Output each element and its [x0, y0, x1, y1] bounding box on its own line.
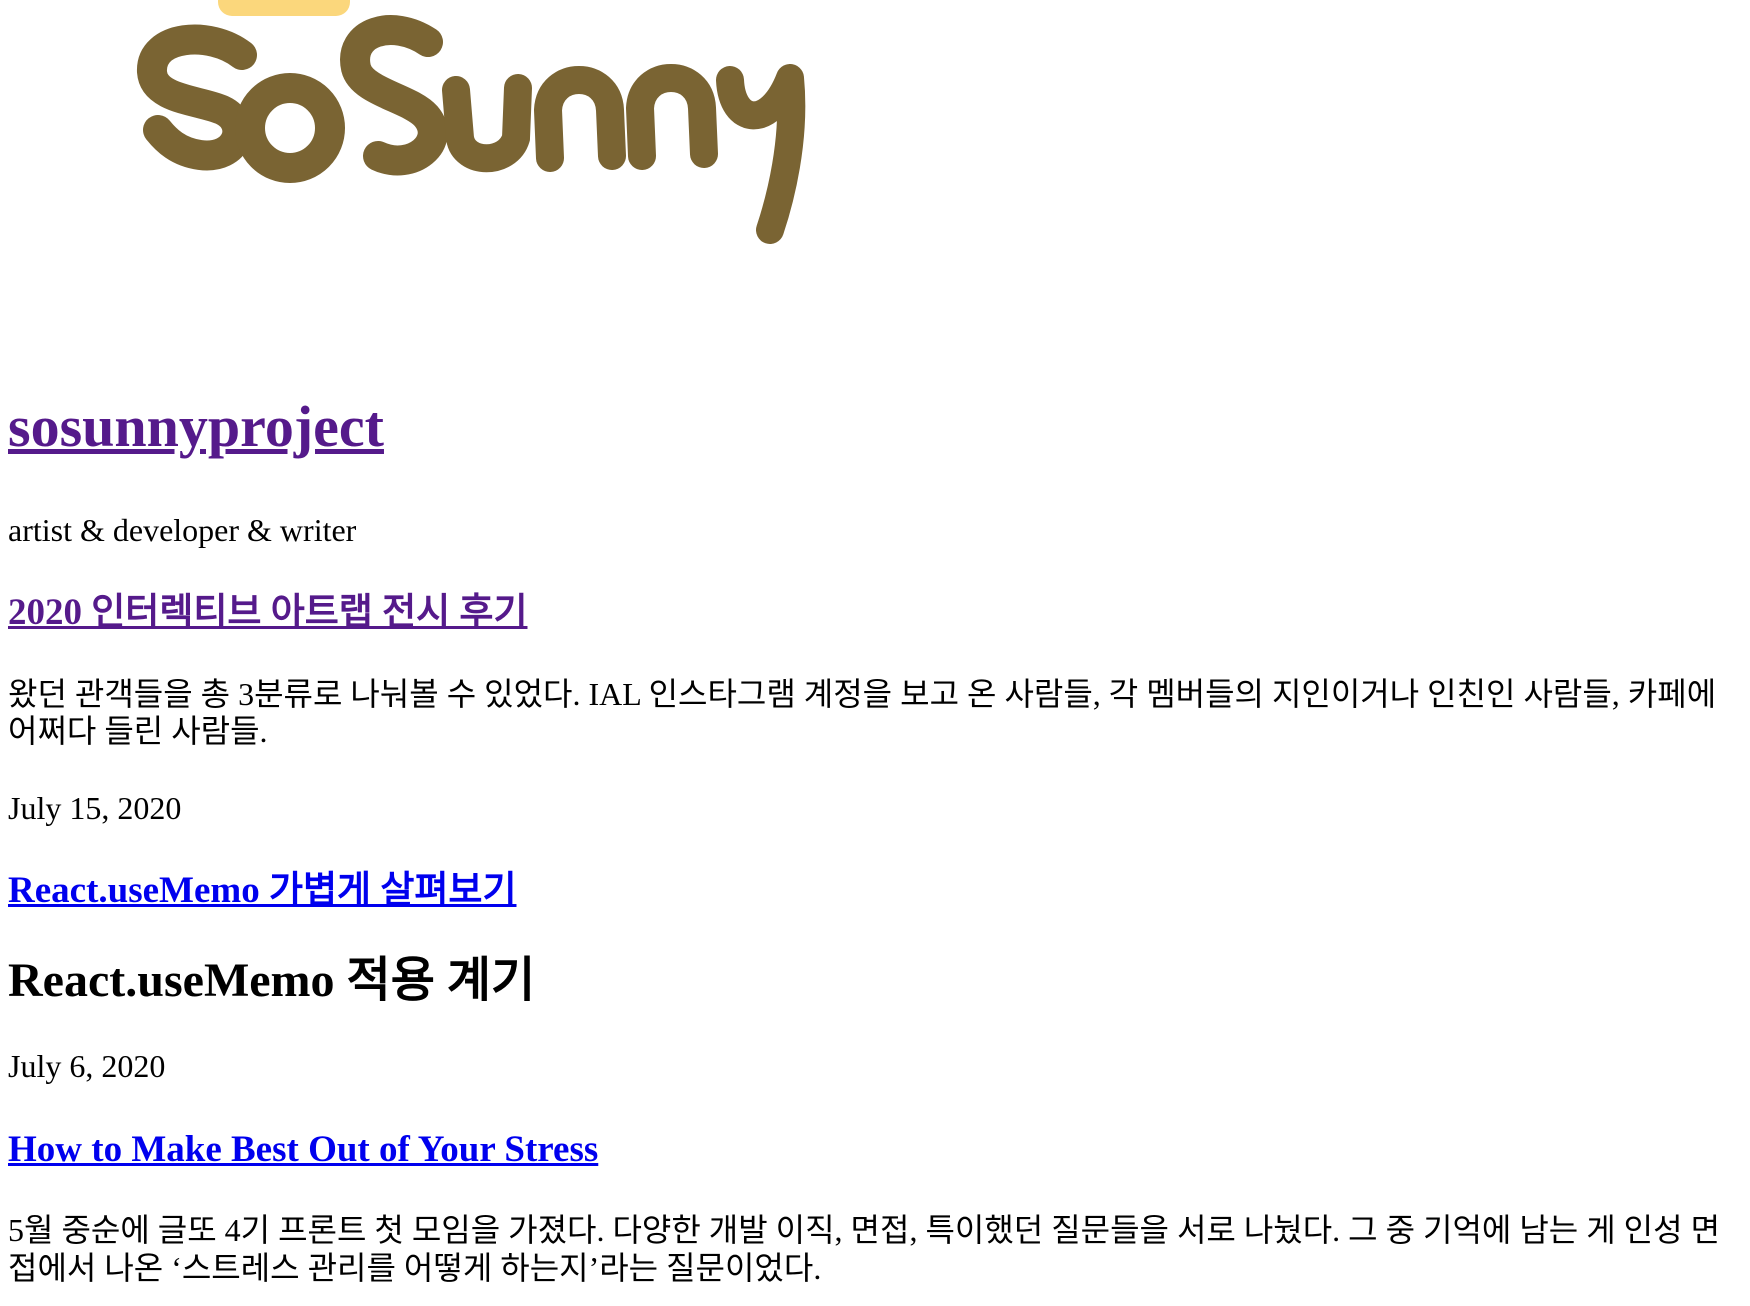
- post-excerpt: 왔던 관객들을 총 3분류로 나눠볼 수 있었다. IAL 인스타그램 계정을 …: [8, 675, 1717, 750]
- site-logo[interactable]: [130, 0, 820, 280]
- site-title: sosunnyproject: [8, 395, 1743, 459]
- post-title-link[interactable]: How to Make Best Out of Your Stress: [8, 1129, 598, 1170]
- sosunny-logo-image: [137, 0, 806, 244]
- site-tagline: artist & developer & writer: [8, 511, 357, 548]
- post-title: React.useMemo 가볍게 살펴보기: [8, 869, 1743, 913]
- post-excerpt-heading: React.useMemo 적용 계기: [8, 953, 536, 1007]
- post-title: How to Make Best Out of Your Stress: [8, 1128, 1743, 1172]
- blog-page: sosunnyproject artist & developer & writ…: [0, 0, 1750, 1306]
- post-title: 2020 인터렉티브 아트랩 전시 후기: [8, 591, 1743, 635]
- site-title-link[interactable]: sosunnyproject: [8, 394, 384, 459]
- blog-content: sosunnyproject artist & developer & writ…: [8, 395, 1743, 1288]
- post-item: React.useMemo 가볍게 살펴보기 React.useMemo 적용 …: [8, 869, 1743, 1085]
- post-item: 2020 인터렉티브 아트랩 전시 후기 왔던 관객들을 총 3분류로 나눠볼 …: [8, 591, 1743, 827]
- post-date: July 15, 2020: [8, 790, 182, 827]
- post-item: How to Make Best Out of Your Stress 5월 중…: [8, 1128, 1743, 1288]
- post-excerpt: 5월 중순에 글또 4기 프론트 첫 모임을 가졌다. 다양한 개발 이직, 면…: [8, 1212, 1721, 1286]
- post-title-link[interactable]: React.useMemo 가볍게 살펴보기: [8, 870, 516, 911]
- post-title-link[interactable]: 2020 인터렉티브 아트랩 전시 후기: [8, 592, 527, 633]
- post-date: July 6, 2020: [8, 1048, 166, 1085]
